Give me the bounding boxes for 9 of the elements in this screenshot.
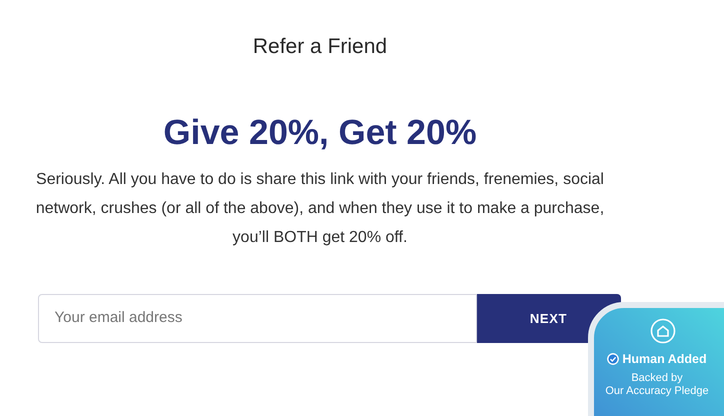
page-title: Refer a Friend — [252, 34, 388, 60]
description: Seriously. All you have to do is share this link with your friends, frenemies, social network, crushes (or all of the above), and when they use it to make a purchase, you’ll BOTH get 20% off. — [34, 170, 606, 248]
check-icon — [607, 353, 620, 366]
home-icon — [650, 318, 676, 344]
badge-subtitle: Backed by — [631, 372, 683, 385]
badge-subtitle: Our Accuracy Pledge — [605, 384, 709, 398]
email-field[interactable]: Your email address — [38, 294, 476, 343]
badge-title: Human Added — [622, 351, 707, 368]
headline: Give 20%, Get 20% — [163, 112, 477, 154]
